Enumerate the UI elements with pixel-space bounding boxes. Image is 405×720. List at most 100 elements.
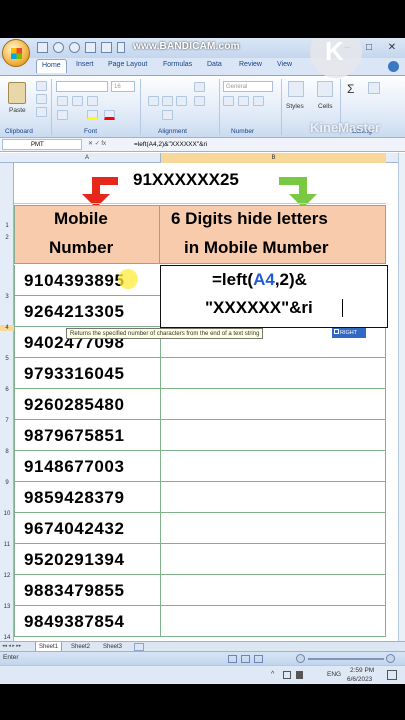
mobile-number-cell[interactable]: 9148677003 [14, 451, 160, 482]
row-header[interactable]: 6 [0, 387, 14, 393]
row-header[interactable]: 5 [0, 356, 14, 362]
column-header-a[interactable]: A [14, 153, 160, 163]
notification-icon[interactable] [387, 670, 397, 680]
row-header[interactable]: 9 [0, 480, 14, 486]
row-header[interactable]: 10 [0, 511, 14, 517]
print-preview-icon[interactable] [101, 42, 112, 53]
row-header[interactable]: 4 [0, 325, 14, 331]
mobile-number-cell[interactable]: 9883479855 [14, 575, 160, 606]
zoom-in-icon[interactable] [386, 654, 395, 663]
currency-icon[interactable] [223, 96, 234, 106]
italic-icon[interactable] [72, 96, 83, 106]
language-indicator[interactable]: ENG [327, 671, 341, 678]
zoom-slider[interactable] [308, 658, 384, 660]
row-header[interactable]: 3 [0, 294, 14, 300]
result-cell[interactable] [160, 544, 386, 575]
row-header[interactable]: 12 [0, 573, 14, 579]
insert-sheet-icon[interactable] [134, 643, 144, 651]
autosum-icon[interactable]: Σ [347, 82, 354, 96]
merge-center-icon[interactable] [194, 96, 205, 106]
formula-input[interactable]: =left(A4,2)&"XXXXXX"&ri [134, 139, 207, 150]
font-name-combo[interactable] [56, 81, 108, 92]
vertical-scrollbar[interactable] [398, 153, 405, 641]
align-right-icon[interactable] [176, 96, 187, 106]
underline-icon[interactable] [87, 96, 98, 106]
tab-home[interactable]: Home [36, 59, 67, 73]
tab-review[interactable]: Review [239, 61, 262, 68]
styles-icon[interactable] [288, 81, 304, 97]
percent-icon[interactable] [238, 96, 249, 106]
row-header[interactable]: 8 [0, 449, 14, 455]
align-left-icon[interactable] [148, 96, 159, 106]
format-painter-icon[interactable] [36, 107, 47, 117]
comma-icon[interactable] [253, 96, 264, 106]
row-header[interactable]: 2 [0, 235, 14, 241]
name-box[interactable]: PMT [2, 139, 82, 150]
copy-icon[interactable] [36, 94, 47, 104]
mobile-number-cell[interactable]: 9674042432 [14, 513, 160, 544]
help-icon[interactable] [388, 61, 399, 72]
paste-button[interactable]: Paste [9, 107, 26, 114]
result-cell[interactable] [160, 420, 386, 451]
mobile-number-cell[interactable]: 9520291394 [14, 544, 160, 575]
cells-button[interactable]: Cells [318, 103, 332, 110]
page-break-view-icon[interactable] [254, 655, 263, 663]
align-center-icon[interactable] [162, 96, 173, 106]
redo-icon[interactable] [69, 42, 80, 53]
row-header[interactable]: 1 [0, 223, 14, 229]
sheet-nav-icon[interactable]: ◂◂ ◂ ▸ ▸▸ [2, 643, 32, 651]
mobile-number-cell[interactable]: 9849387854 [14, 606, 160, 637]
result-cell[interactable] [160, 451, 386, 482]
row-header[interactable]: 13 [0, 604, 14, 610]
result-cell[interactable] [160, 389, 386, 420]
result-cell[interactable] [160, 575, 386, 606]
fill-color-icon[interactable] [87, 110, 98, 120]
tray-chevron-icon[interactable]: ^ [271, 671, 274, 678]
network-icon[interactable] [283, 671, 291, 679]
result-cell[interactable] [160, 482, 386, 513]
customize-icon[interactable] [117, 42, 125, 53]
sort-filter-icon[interactable] [368, 82, 380, 94]
clock-date[interactable]: 6/6/2023 [347, 676, 372, 683]
row-header[interactable]: 7 [0, 418, 14, 424]
font-color-icon[interactable] [104, 110, 115, 120]
tab-page-layout[interactable]: Page Layout [108, 61, 147, 68]
fx-icon[interactable]: ✕ ✓ fx [88, 139, 132, 150]
styles-button[interactable]: Styles [286, 103, 304, 110]
bold-icon[interactable] [57, 96, 68, 106]
autocomplete-right[interactable]: RIGHT [332, 328, 366, 338]
result-cell[interactable] [160, 513, 386, 544]
mobile-number-cell[interactable]: 9879675851 [14, 420, 160, 451]
cut-icon[interactable] [36, 81, 47, 91]
borders-icon[interactable] [57, 110, 68, 120]
mobile-number-cell[interactable]: 9104393895 [14, 265, 160, 296]
result-cell[interactable] [160, 358, 386, 389]
mobile-number-cell[interactable]: 9264213305 [14, 296, 160, 327]
cells-icon[interactable] [317, 81, 333, 97]
result-cell[interactable] [160, 606, 386, 637]
mobile-number-cell[interactable]: 9859428379 [14, 482, 160, 513]
mobile-number-cell[interactable]: 9793316045 [14, 358, 160, 389]
column-header-b[interactable]: B [160, 153, 386, 163]
row-header[interactable]: 11 [0, 542, 14, 548]
undo-icon[interactable] [53, 42, 64, 53]
zoom-out-icon[interactable] [296, 654, 305, 663]
mobile-number-cell[interactable]: 9260285480 [14, 389, 160, 420]
tab-data[interactable]: Data [207, 61, 222, 68]
indent-icon[interactable] [162, 110, 173, 120]
number-format-combo[interactable]: General [223, 81, 273, 92]
page-layout-view-icon[interactable] [241, 655, 250, 663]
volume-icon[interactable] [296, 671, 303, 679]
tab-formulas[interactable]: Formulas [163, 61, 192, 68]
tab-insert[interactable]: Insert [76, 61, 94, 68]
tab-view[interactable]: View [277, 61, 292, 68]
wrap-text-icon[interactable] [194, 82, 205, 92]
close-button[interactable]: ✕ [381, 40, 403, 55]
paste-icon[interactable] [8, 82, 26, 104]
office-button[interactable] [2, 39, 30, 67]
normal-view-icon[interactable] [228, 655, 237, 663]
font-size-combo[interactable]: 16 [111, 81, 135, 92]
save-icon[interactable] [37, 42, 48, 53]
quick-access-icon[interactable] [85, 42, 96, 53]
clock-time[interactable]: 2:59 PM [350, 667, 374, 674]
